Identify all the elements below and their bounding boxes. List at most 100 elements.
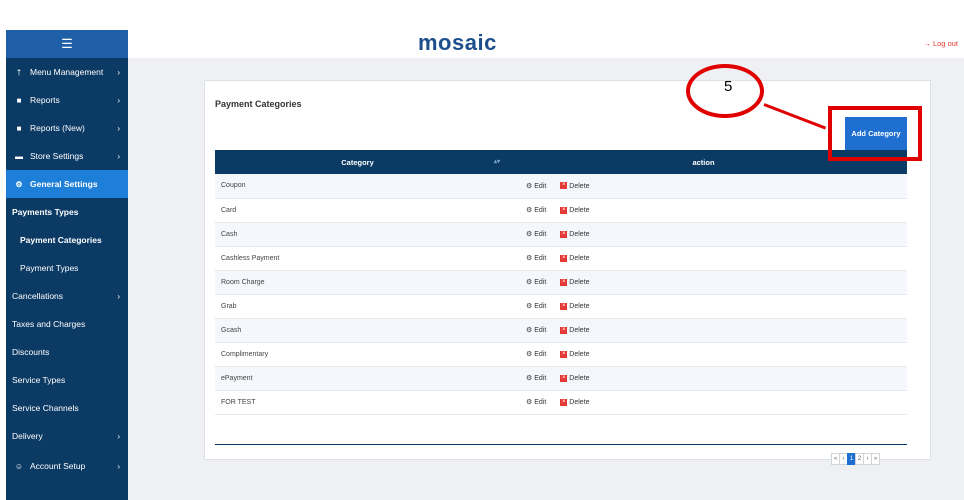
- chevron-right-icon: ›: [117, 67, 120, 77]
- edit-button[interactable]: ⚙ Edit: [526, 183, 546, 190]
- category-cell: FOR TEST: [215, 390, 500, 415]
- categories-table: Category ▴▾ action Coupon ⚙ Edit × Delete Ca…: [215, 150, 907, 415]
- action-cell: ⚙ Edit × Delete: [500, 318, 907, 343]
- edit-button[interactable]: ⚙ Edit: [526, 327, 546, 334]
- delete-icon: ×: [560, 254, 568, 262]
- step-annotation-circle: 5: [686, 64, 764, 118]
- category-cell: Room Charge: [215, 270, 500, 295]
- sidebar-item-menu-management[interactable]: † Menu Management ›: [6, 58, 128, 86]
- delete-icon: ×: [560, 230, 568, 238]
- page-title: Payment Categories: [215, 99, 302, 109]
- edit-button[interactable]: ⚙ Edit: [526, 207, 546, 214]
- logout-icon: →: [923, 39, 931, 48]
- delete-button[interactable]: × Delete: [560, 302, 590, 310]
- category-cell: Cashless Payment: [215, 246, 500, 271]
- menu-icon: ☰: [61, 36, 73, 51]
- gear-icon: ⚙: [526, 207, 535, 214]
- table-row: ePayment ⚙ Edit × Delete: [215, 366, 907, 391]
- action-cell: ⚙ Edit × Delete: [500, 270, 907, 295]
- delete-button[interactable]: × Delete: [560, 350, 590, 358]
- sidebar-item-reports-new[interactable]: ■ Reports (New) ›: [6, 114, 128, 142]
- app-logo: mosaic: [418, 30, 497, 55]
- edit-button[interactable]: ⚙ Edit: [526, 255, 546, 262]
- pagination: « ‹ 1 2 › »: [831, 453, 880, 465]
- action-cell: ⚙ Edit × Delete: [500, 366, 907, 391]
- edit-button[interactable]: ⚙ Edit: [526, 375, 546, 382]
- delete-button[interactable]: × Delete: [560, 206, 590, 214]
- sidebar-item-label: Reports: [30, 95, 60, 105]
- sidebar-item-general-settings[interactable]: ⚙ General Settings: [6, 170, 128, 198]
- category-cell: Gcash: [215, 318, 500, 343]
- sidebar-item-label: Payment Types: [20, 263, 79, 273]
- delete-button[interactable]: × Delete: [560, 230, 590, 238]
- action-cell: ⚙ Edit × Delete: [500, 294, 907, 319]
- sidebar-item-payments-types[interactable]: Payments Types: [6, 198, 128, 226]
- table-row: Card ⚙ Edit × Delete: [215, 198, 907, 223]
- delete-icon: ×: [560, 206, 568, 214]
- column-header-category[interactable]: Category ▴▾: [215, 150, 500, 174]
- category-cell: Card: [215, 198, 500, 223]
- sidebar-item-taxes-and-charges[interactable]: Taxes and Charges: [6, 310, 128, 338]
- action-cell: ⚙ Edit × Delete: [500, 174, 907, 199]
- payment-categories-card: Payment Categories Add Category Category…: [204, 80, 931, 465]
- sidebar-item-label: Payments Types: [12, 207, 79, 217]
- table-row: Cash ⚙ Edit × Delete: [215, 222, 907, 247]
- file-icon: ■: [16, 95, 22, 105]
- category-cell: Coupon: [215, 174, 500, 199]
- sidebar-item-delivery[interactable]: Delivery ›: [6, 422, 128, 450]
- delete-button[interactable]: × Delete: [560, 254, 590, 262]
- delete-icon: ×: [560, 278, 568, 286]
- sidebar-item-store-settings[interactable]: ▬ Store Settings ›: [6, 142, 128, 170]
- sidebar-item-payment-categories[interactable]: Payment Categories: [6, 226, 128, 254]
- sidebar-item-label: Cancellations: [12, 291, 64, 301]
- sidebar-item-label: Account Setup: [30, 461, 86, 471]
- sidebar-item-account-setup[interactable]: ☺ Account Setup ›: [6, 452, 128, 480]
- category-cell: ePayment: [215, 366, 500, 391]
- delete-button[interactable]: × Delete: [560, 398, 590, 406]
- sort-icon[interactable]: ▴▾: [494, 158, 500, 165]
- edit-button[interactable]: ⚙ Edit: [526, 231, 546, 238]
- sidebar-toggle-button[interactable]: ☰: [6, 30, 128, 58]
- table-row: Gcash ⚙ Edit × Delete: [215, 318, 907, 343]
- action-cell: ⚙ Edit × Delete: [500, 246, 907, 271]
- sidebar-item-label: Service Types: [12, 375, 66, 385]
- gear-icon: ⚙: [526, 279, 535, 286]
- delete-button[interactable]: × Delete: [560, 374, 590, 382]
- sidebar-item-payment-types[interactable]: Payment Types: [6, 254, 128, 282]
- logout-link[interactable]: → Log out: [923, 39, 958, 48]
- step-number: 5: [724, 78, 733, 95]
- sidebar-item-service-channels[interactable]: Service Channels: [6, 394, 128, 422]
- edit-button[interactable]: ⚙ Edit: [526, 279, 546, 286]
- sidebar-item-service-types[interactable]: Service Types: [6, 366, 128, 394]
- chevron-right-icon: ›: [117, 95, 120, 105]
- category-cell: Cash: [215, 222, 500, 247]
- sidebar-item-label: Store Settings: [30, 151, 84, 161]
- gear-icon: ⚙: [526, 255, 535, 262]
- edit-button[interactable]: ⚙ Edit: [526, 303, 546, 310]
- delete-button[interactable]: × Delete: [560, 182, 590, 190]
- sidebar-item-label: Menu Management: [30, 67, 104, 77]
- category-cell: Complimentary: [215, 342, 500, 367]
- sidebar-item-cancellations[interactable]: Cancellations ›: [6, 282, 128, 310]
- sidebar-item-discounts[interactable]: Discounts: [6, 338, 128, 366]
- delete-icon: ×: [560, 398, 568, 406]
- edit-button[interactable]: ⚙ Edit: [526, 399, 546, 406]
- delete-icon: ×: [560, 350, 568, 358]
- gear-icon: ⚙: [526, 351, 535, 358]
- gear-icon: ⚙: [526, 327, 535, 334]
- sidebar-item-label: Discounts: [12, 347, 50, 357]
- gear-icon: ⚙: [15, 179, 23, 189]
- annotation-highlight-box: [828, 106, 922, 161]
- table-row: Room Charge ⚙ Edit × Delete: [215, 270, 907, 295]
- delete-button[interactable]: × Delete: [560, 326, 590, 334]
- delete-button[interactable]: × Delete: [560, 278, 590, 286]
- sidebar-item-reports[interactable]: ■ Reports ›: [6, 86, 128, 114]
- pagination-last-button[interactable]: »: [871, 453, 880, 465]
- edit-button[interactable]: ⚙ Edit: [526, 351, 546, 358]
- gear-icon: ⚙: [526, 303, 535, 310]
- user-icon: ☺: [14, 461, 24, 471]
- cutlery-icon: †: [16, 67, 22, 77]
- action-cell: ⚙ Edit × Delete: [500, 390, 907, 415]
- sidebar-item-label: Reports (New): [30, 123, 85, 133]
- sidebar-item-label: Payment Categories: [20, 235, 102, 245]
